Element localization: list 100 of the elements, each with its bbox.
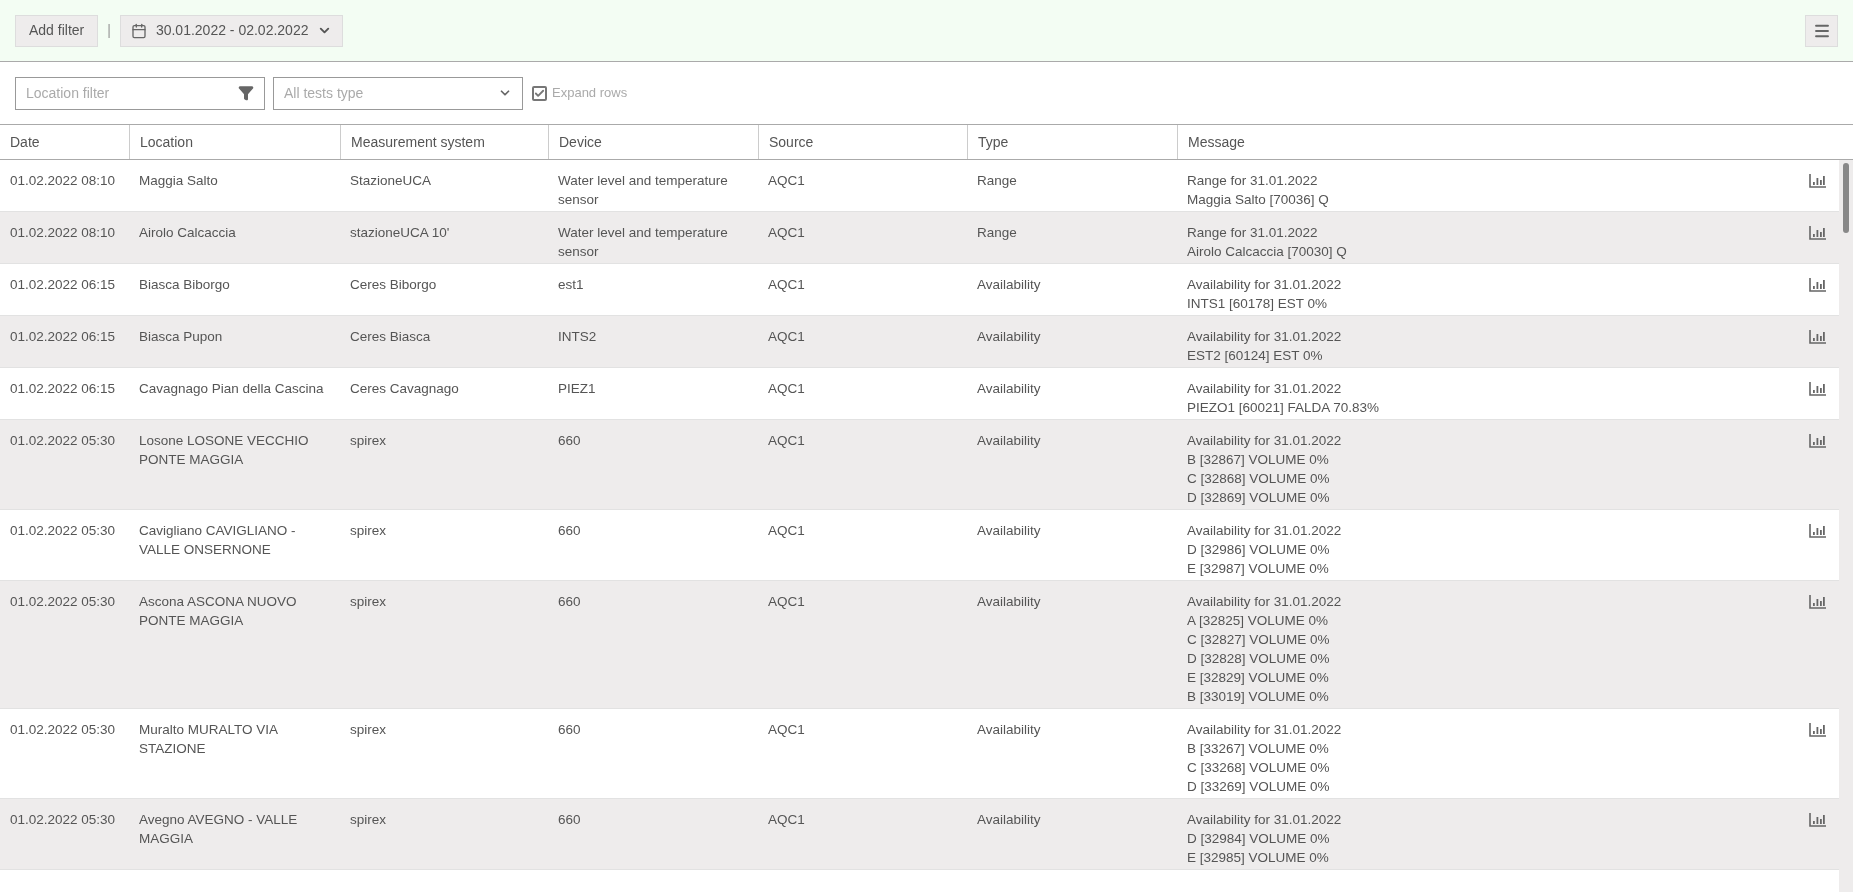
table-cell: Availability — [977, 329, 1041, 344]
column-header[interactable]: Message — [1177, 125, 1853, 159]
bar-chart-icon[interactable] — [1809, 277, 1827, 292]
table-cell: Avegno AVEGNO - VALLE MAGGIA — [139, 812, 298, 846]
message-line: B [32867] VOLUME 0% — [1187, 451, 1330, 469]
table-cell: Availability — [977, 594, 1041, 609]
message-line: D [32984] VOLUME 0% — [1187, 830, 1331, 848]
table-cell: Cavagnago Pian della Cascina — [139, 381, 324, 396]
table-cell: 660 — [558, 594, 581, 609]
add-filter-button[interactable]: Add filter — [15, 14, 99, 47]
table-row[interactable]: 01.02.2022 05:30 Losone LOSONE VECCHIO PONTE MAGGIA spirex 660 AQC1 Availability Availability for 31.01.2022 B [32867] VOLUME 0% C [32868] VOLUME 0% D [32869] VOLUME 0% — [0, 420, 1839, 510]
location-filter-field[interactable]: Location filter — [15, 76, 265, 110]
bar-chart-icon[interactable] — [1809, 225, 1827, 240]
message-line: Maggia Salto [70036] Q — [1187, 191, 1329, 209]
table-cell: Availability — [977, 277, 1041, 292]
scrollbar[interactable] — [1839, 160, 1853, 892]
column-header[interactable]: Source — [758, 125, 967, 159]
calendar-icon — [130, 22, 147, 39]
table-row[interactable]: 01.02.2022 05:30 Avegno AVEGNO - VALLE MAGGIA spirex 660 AQC1 Availability Availability for 31.01.2022 D [32984] VOLUME 0% E [32985] VOLUME 0% — [0, 799, 1839, 870]
table-cell: AQC1 — [768, 381, 805, 396]
date-range-button[interactable]: 30.01.2022 - 02.02.2022 — [119, 14, 344, 47]
bar-chart-icon[interactable] — [1809, 594, 1827, 609]
table-cell: Biasca Biborgo — [139, 277, 230, 292]
message-line: Availability for 31.01.2022 — [1187, 522, 1342, 540]
table-cell: 01.02.2022 05:30 — [10, 722, 116, 737]
bar-chart-icon[interactable] — [1809, 381, 1827, 396]
filter-icon — [238, 85, 254, 101]
table-cell: AQC1 — [768, 594, 805, 609]
table-cell: AQC1 — [768, 433, 805, 448]
table-cell: INTS2 — [558, 329, 597, 344]
table-cell: Availability — [977, 523, 1041, 538]
separator: | — [107, 21, 111, 40]
table-cell: Ceres Cavagnago — [350, 381, 459, 396]
table-cell: spirex — [350, 812, 386, 827]
table-cell: Availability — [977, 812, 1041, 827]
message-line: D [33269] VOLUME 0% — [1187, 778, 1331, 796]
message-line: E [32987] VOLUME 0% — [1187, 560, 1330, 578]
column-header[interactable]: Location — [129, 125, 340, 159]
bar-chart-icon[interactable] — [1809, 722, 1827, 737]
message-line: Availability for 31.01.2022 — [1187, 328, 1342, 346]
table-cell: Water level and temperature sensor — [558, 225, 728, 259]
table-cell: Availability — [977, 433, 1041, 448]
table-cell: 01.02.2022 08:10 — [10, 225, 116, 240]
table-cell: 660 — [558, 523, 581, 538]
message-line: B [33267] VOLUME 0% — [1187, 740, 1330, 758]
table-cell: spirex — [350, 433, 386, 448]
message-line: D [32869] VOLUME 0% — [1187, 489, 1331, 507]
bar-chart-icon[interactable] — [1809, 433, 1827, 448]
table-cell: Maggia Salto — [139, 173, 218, 188]
table-cell: AQC1 — [768, 523, 805, 538]
message-line: D [32986] VOLUME 0% — [1187, 541, 1331, 559]
table-cell: spirex — [350, 523, 386, 538]
column-header[interactable]: Date — [0, 125, 129, 159]
message-line: Range for 31.01.2022 — [1187, 172, 1319, 190]
message-line: C [32868] VOLUME 0% — [1187, 470, 1331, 488]
table-cell: Ceres Biasca — [350, 329, 431, 344]
message-line: EST2 [60124] EST 0% — [1187, 347, 1324, 365]
table-cell: Availability — [977, 381, 1041, 396]
menu-button[interactable] — [1805, 14, 1838, 47]
message-line: D [32828] VOLUME 0% — [1187, 650, 1331, 668]
message-line: Range for 31.01.2022 — [1187, 224, 1319, 242]
message-line: E [32829] VOLUME 0% — [1187, 669, 1330, 687]
message-line: B [33019] VOLUME 0% — [1187, 688, 1330, 706]
table-cell: AQC1 — [768, 277, 805, 292]
table-cell: Muralto MURALTO VIA STAZIONE — [139, 722, 278, 756]
bar-chart-icon[interactable] — [1809, 329, 1827, 344]
scrollbar-thumb[interactable] — [1843, 163, 1849, 233]
table-cell: Losone LOSONE VECCHIO PONTE MAGGIA — [139, 433, 309, 467]
table-cell: Ceres Biborgo — [350, 277, 437, 292]
table-cell: 01.02.2022 06:15 — [10, 277, 116, 292]
table-cell: 01.02.2022 05:30 — [10, 812, 116, 827]
column-header[interactable]: Type — [967, 125, 1177, 159]
table-cell: Ascona ASCONA NUOVO PONTE MAGGIA — [139, 594, 297, 628]
table-row[interactable]: 01.02.2022 08:10 Airolo Calcaccia stazioneUCA 10' Water level and temperature sensor AQC1 Range Range for 31.01.2022 Airolo Calcaccia [70030] Q — [0, 212, 1839, 264]
table-cell: 660 — [558, 812, 581, 827]
column-header[interactable]: Measurement system — [340, 125, 548, 159]
message-line: E [32985] VOLUME 0% — [1187, 849, 1330, 867]
table-cell: est1 — [558, 277, 584, 292]
bar-chart-icon[interactable] — [1809, 523, 1827, 538]
table-cell: Range — [977, 225, 1017, 240]
table-cell: 01.02.2022 08:10 — [10, 173, 116, 188]
message-line: Availability for 31.01.2022 — [1187, 593, 1342, 611]
column-header[interactable]: Device — [548, 125, 758, 159]
table-cell: Biasca Pupon — [139, 329, 223, 344]
table-cell: Availability — [977, 722, 1041, 737]
message-line: Availability for 31.01.2022 — [1187, 721, 1342, 739]
table-cell: Water level and temperature sensor — [558, 173, 728, 207]
bar-chart-icon[interactable] — [1809, 812, 1827, 827]
table-row[interactable]: 01.02.2022 06:15 Biasca Pupon Ceres Biasca INTS2 AQC1 Availability Availability for 31.01.2022 EST2 [60124] EST 0% — [0, 316, 1839, 368]
location-filter-input[interactable]: Location filter — [26, 82, 238, 104]
message-line: Availability for 31.01.2022 — [1187, 432, 1342, 450]
table-cell: Airolo Calcaccia — [139, 225, 236, 240]
message-line: PIEZO1 [60021] FALDA 70.83% — [1187, 399, 1380, 417]
table-cell: Cavigliano CAVIGLIANO - VALLE ONSERNONE — [139, 523, 296, 557]
table-cell: 01.02.2022 06:15 — [10, 381, 116, 396]
expand-rows-checkbox[interactable] — [532, 85, 547, 101]
table-cell: 01.02.2022 05:30 — [10, 594, 116, 609]
bar-chart-icon[interactable] — [1809, 173, 1827, 188]
table-cell: Range — [977, 173, 1017, 188]
table-cell: spirex — [350, 722, 386, 737]
